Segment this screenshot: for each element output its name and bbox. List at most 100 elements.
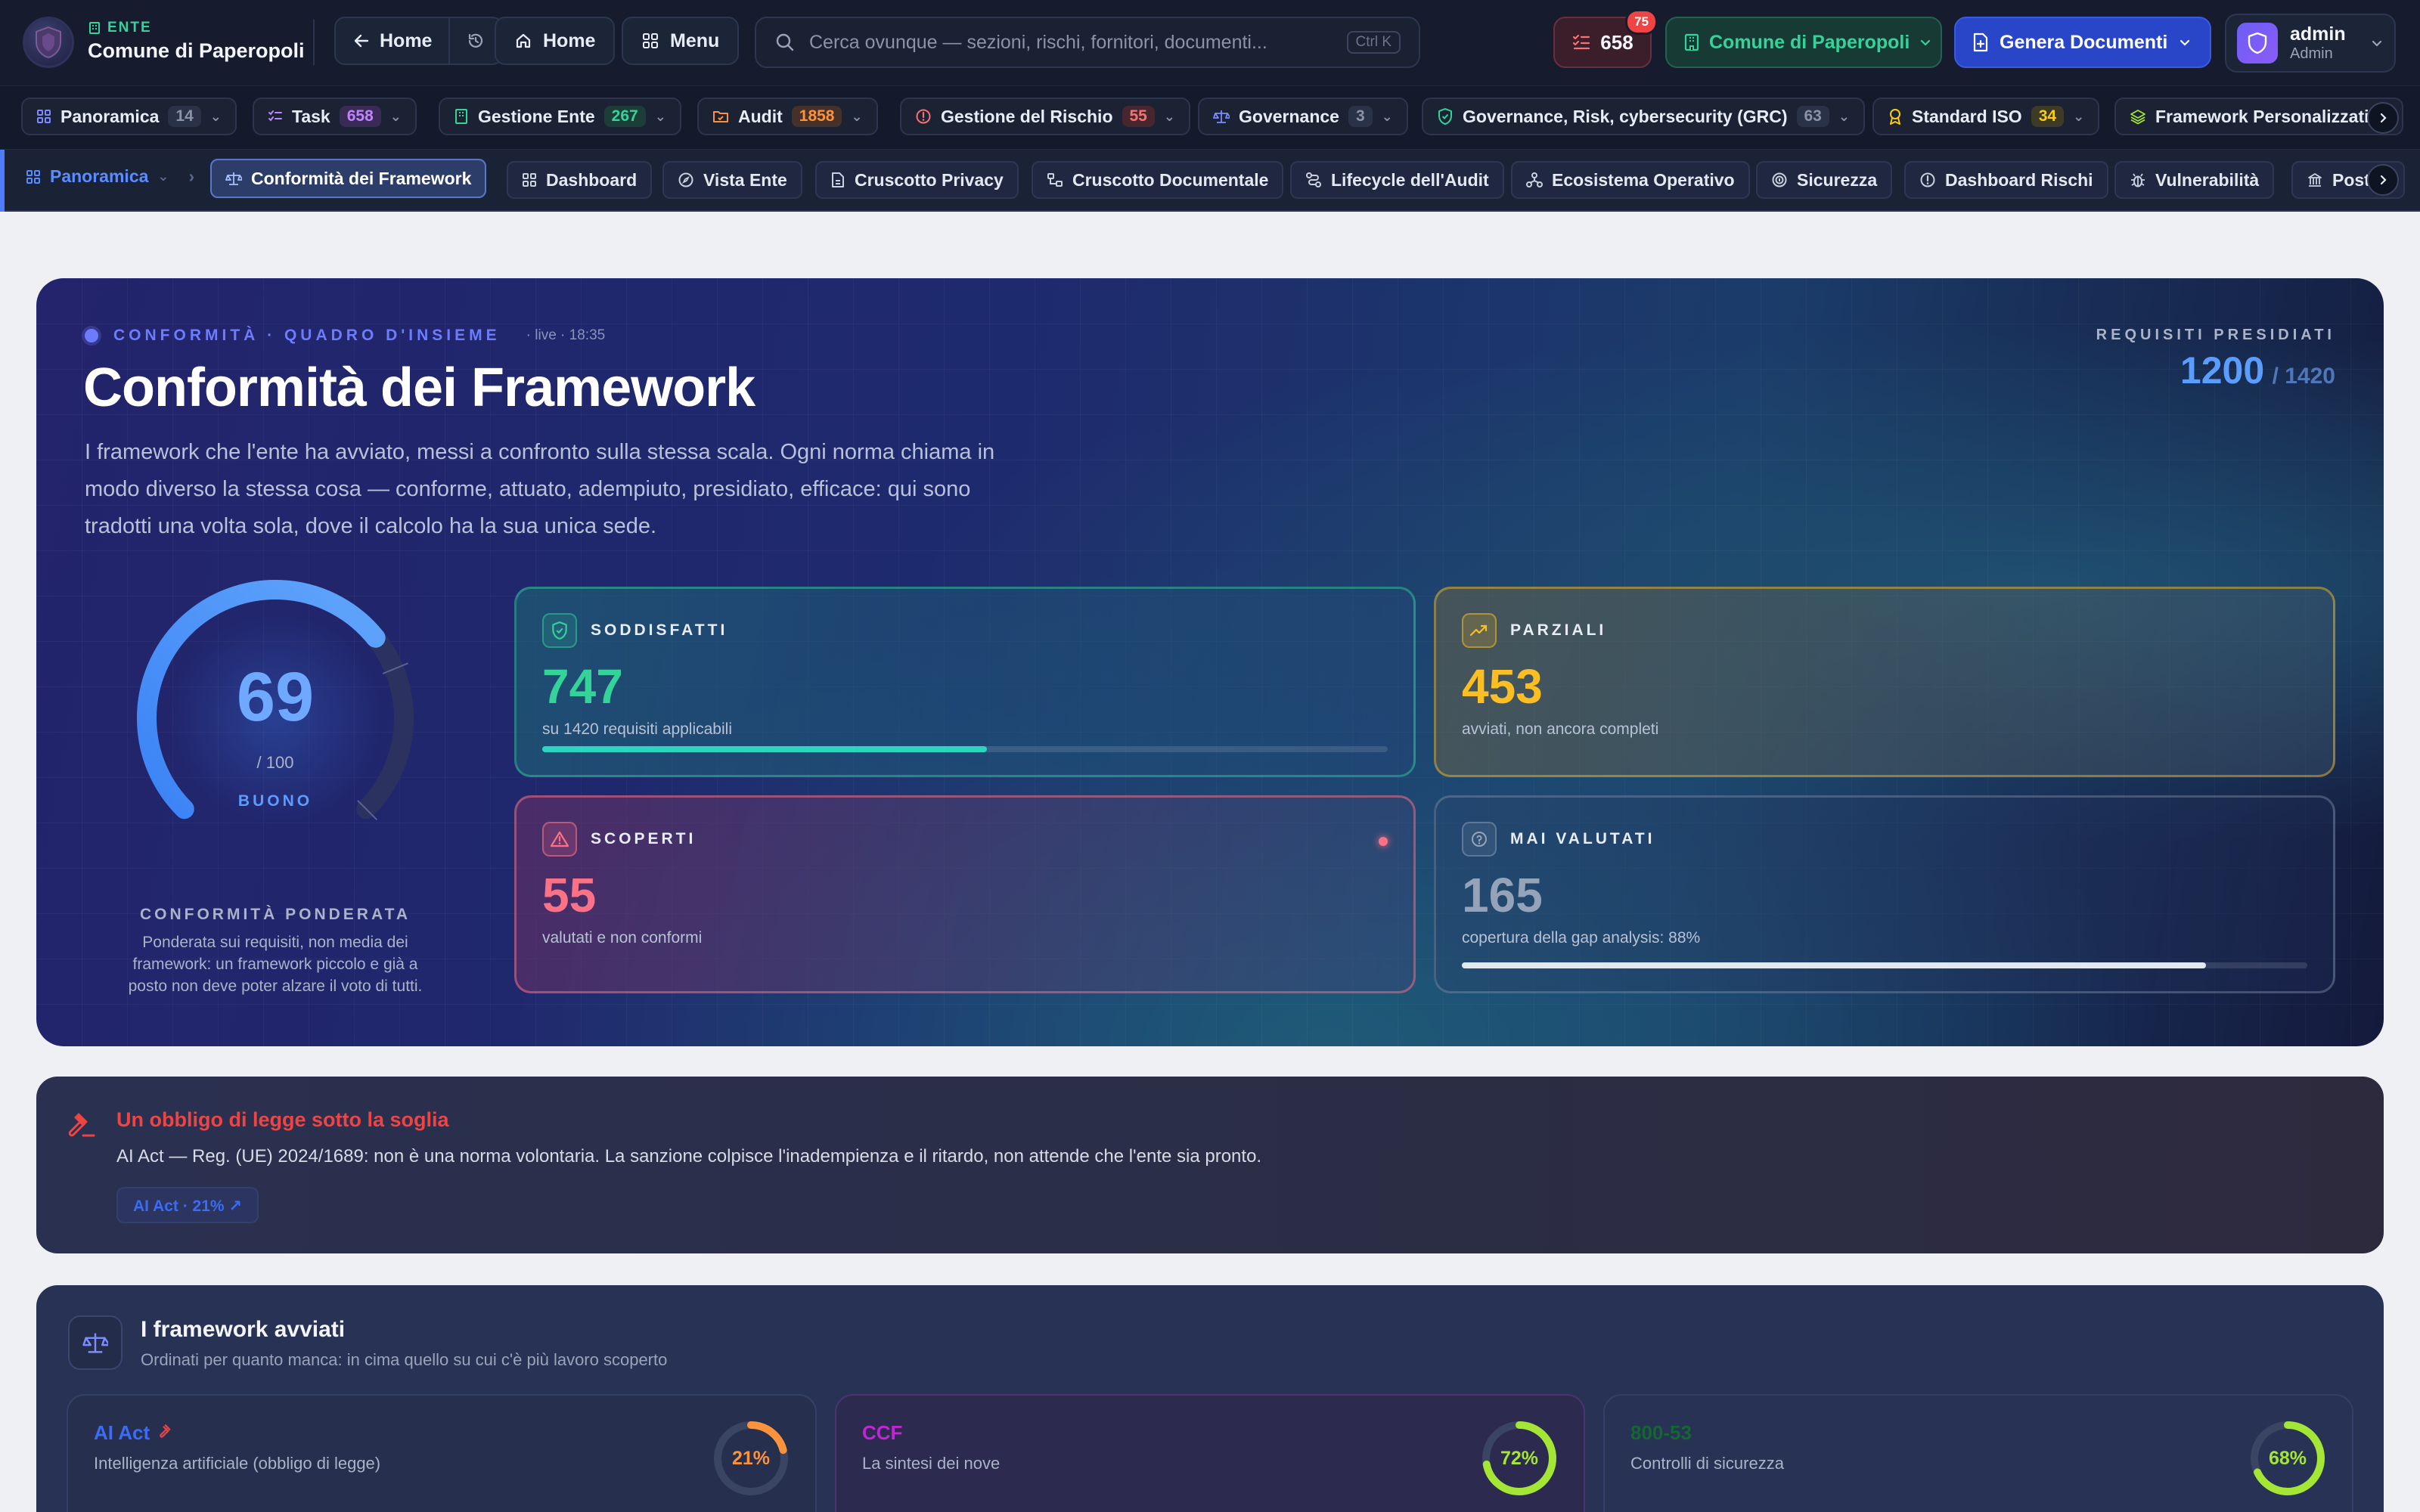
tasks-button[interactable]: 658 75 [1553, 9, 1658, 68]
sub-navigation: Panoramica ⌄ › Conformità dei Framework … [0, 150, 2420, 212]
alert-framework-link[interactable]: AI Act · 21% ↗ [116, 1187, 259, 1223]
scale-icon [82, 1333, 108, 1353]
chevron-down-icon: ⌄ [157, 169, 169, 184]
trending-up-icon [1462, 613, 1497, 648]
compass-icon [678, 172, 694, 188]
alert-circle-icon [915, 108, 932, 125]
framework-description: La sintesi dei nove [862, 1454, 1001, 1473]
scroll-right-button[interactable] [2367, 102, 2399, 134]
entity-name[interactable]: Comune di Paperopoli [88, 39, 305, 63]
subtab-label: Dashboard [546, 169, 638, 190]
scale-icon [1213, 108, 1230, 125]
tab-count: 14 [168, 106, 201, 127]
framework-name: 800-53 [1630, 1421, 1692, 1444]
building-icon [1683, 33, 1700, 51]
frameworks-section-icon [68, 1315, 123, 1370]
tab-label: Gestione Ente [478, 106, 595, 126]
kpi-subtitle: avviati, non ancora completi [1462, 720, 1659, 738]
landmark-icon [2307, 172, 2323, 188]
subtab-sicurezza[interactable]: Sicurezza [1756, 161, 1893, 199]
scale-icon [225, 170, 242, 187]
tab-count: 1858 [791, 106, 842, 127]
grid-icon [36, 109, 51, 124]
subtab-label: Sicurezza [1797, 169, 1878, 190]
subtab-cruscotto-privacy[interactable]: Cruscotto Privacy [815, 161, 1019, 199]
bug-icon [2130, 172, 2146, 188]
subtab-vista-ente[interactable]: Vista Ente [662, 161, 802, 199]
tab-count: 3 [1348, 106, 1373, 127]
back-home-label: Home [380, 29, 433, 51]
entity-logo[interactable] [23, 17, 74, 68]
chevron-down-icon: ⌄ [654, 108, 666, 124]
back-home-button[interactable]: Home [336, 18, 451, 64]
tab-audit[interactable]: Audit 1858 ⌄ [697, 98, 878, 135]
live-dot [85, 329, 98, 342]
tab-gestione-rischio[interactable]: Gestione del Rischio 55 ⌄ [900, 98, 1190, 135]
subtab-dashboard[interactable]: Dashboard [507, 161, 653, 199]
subtab-ecosistema-operativo[interactable]: Ecosistema Operativo [1511, 161, 1750, 199]
arrow-left-icon [352, 32, 371, 50]
tab-governance[interactable]: Governance 3 ⌄ [1198, 98, 1408, 135]
user-menu[interactable]: admin Admin [2225, 14, 2396, 73]
framework-card-ccf[interactable]: CCF La sintesi dei nove 72% [835, 1394, 1585, 1512]
tab-label: Governance [1239, 106, 1339, 126]
kpi-value: 55 [542, 868, 597, 922]
requirements-total: / 1420 [2272, 364, 2335, 389]
award-icon [1888, 107, 1903, 125]
scroll-right-button[interactable] [2367, 164, 2399, 196]
chevron-down-icon: ⌄ [1163, 108, 1175, 124]
subtab-lifecycle-audit[interactable]: Lifecycle dell'Audit [1290, 161, 1504, 199]
tab-task[interactable]: Task 658 ⌄ [253, 98, 417, 135]
generate-documents-label: Genera Documenti [2000, 31, 2168, 53]
kpi-card-uncovered[interactable]: SCOPERTI 55 valutati e non conformi [514, 795, 1416, 993]
kpi-value: 747 [542, 659, 623, 714]
gauge-note: Ponderata sui requisiti, non media dei f… [109, 931, 442, 997]
kpi-card-never-assessed[interactable]: MAI VALUTATI 165 copertura della gap ana… [1434, 795, 2335, 993]
history-icon [467, 32, 485, 50]
tab-framework-personalizzati[interactable]: Framework Personalizzati [2114, 98, 2403, 135]
subtab-conformita-framework[interactable]: Conformità dei Framework [210, 159, 487, 198]
kpi-card-partial[interactable]: PARZIALI 453 avviati, non ancora complet… [1434, 587, 2335, 777]
section-subtitle: Ordinati per quanto manca: in cima quell… [141, 1350, 668, 1369]
tab-label: Framework Personalizzati [2155, 106, 2369, 126]
tab-label: Panoramica [60, 106, 160, 126]
home-button[interactable]: Home [495, 17, 616, 65]
tab-panoramica[interactable]: Panoramica 14 ⌄ [21, 98, 237, 135]
breadcrumb[interactable]: Panoramica ⌄ › [26, 166, 194, 187]
search-shortcut-hint: Ctrl K [1346, 31, 1401, 54]
gauge-note-line: Ponderata sui requisiti, non media dei [142, 934, 408, 951]
entity-selector[interactable]: Comune di Paperopoli [1665, 17, 1942, 68]
alert-text: AI Act — Reg. (UE) 2024/1689: non è una … [116, 1146, 1262, 1167]
entity-selector-label: Comune di Paperopoli [1709, 31, 1910, 53]
chevron-right-icon: › [188, 166, 195, 186]
page-title: Conformità dei Framework [83, 358, 755, 418]
kpi-subtitle: su 1420 requisiti applicabili [542, 720, 732, 738]
kpi-card-satisfied[interactable]: SODDISFATTI 747 su 1420 requisiti applic… [514, 587, 1416, 777]
grid-icon [641, 32, 659, 50]
framework-name: AI Act [94, 1421, 150, 1444]
description-line: modo diverso la stessa cosa — conforme, … [85, 477, 971, 501]
tab-count: 658 [339, 106, 381, 127]
search-input[interactable]: Cerca ovunque — sezioni, rischi, fornito… [755, 17, 1420, 68]
framework-card-ai-act[interactable]: AI Act Intelligenza artificiale (obbligo… [67, 1394, 817, 1512]
generate-documents-button[interactable]: Genera Documenti [1954, 17, 2211, 68]
tab-grc[interactable]: Governance, Risk, cybersecurity (GRC) 63… [1422, 98, 1865, 135]
subtab-dashboard-rischi[interactable]: Dashboard Rischi [1904, 161, 2108, 199]
subtab-vulnerabilita[interactable]: Vulnerabilità [2114, 161, 2275, 199]
chevron-down-icon [1919, 36, 1932, 49]
menu-button[interactable]: Menu [622, 17, 740, 65]
framework-card-800-53[interactable]: 800-53 Controlli di sicurezza 68% [1603, 1394, 2353, 1512]
framework-percent: 72% [1500, 1448, 1539, 1469]
menu-label: Menu [670, 29, 720, 51]
folder-icon [712, 109, 729, 124]
entity-kicker-label: ENTE [107, 20, 152, 36]
alert-triangle-icon [542, 822, 577, 857]
subtab-cruscotto-documentale[interactable]: Cruscotto Documentale [1032, 161, 1284, 199]
description-line: I framework che l'ente ha avviato, messi… [85, 440, 995, 464]
route-icon [1305, 172, 1322, 188]
tab-gestione-ente[interactable]: Gestione Ente 267 ⌄ [439, 98, 681, 135]
tab-standard-iso[interactable]: Standard ISO 34 ⌄ [1872, 98, 2100, 135]
gauge-rating: BUONO [237, 792, 313, 810]
search-icon [774, 32, 796, 53]
section-title: I framework avviati [141, 1317, 346, 1342]
